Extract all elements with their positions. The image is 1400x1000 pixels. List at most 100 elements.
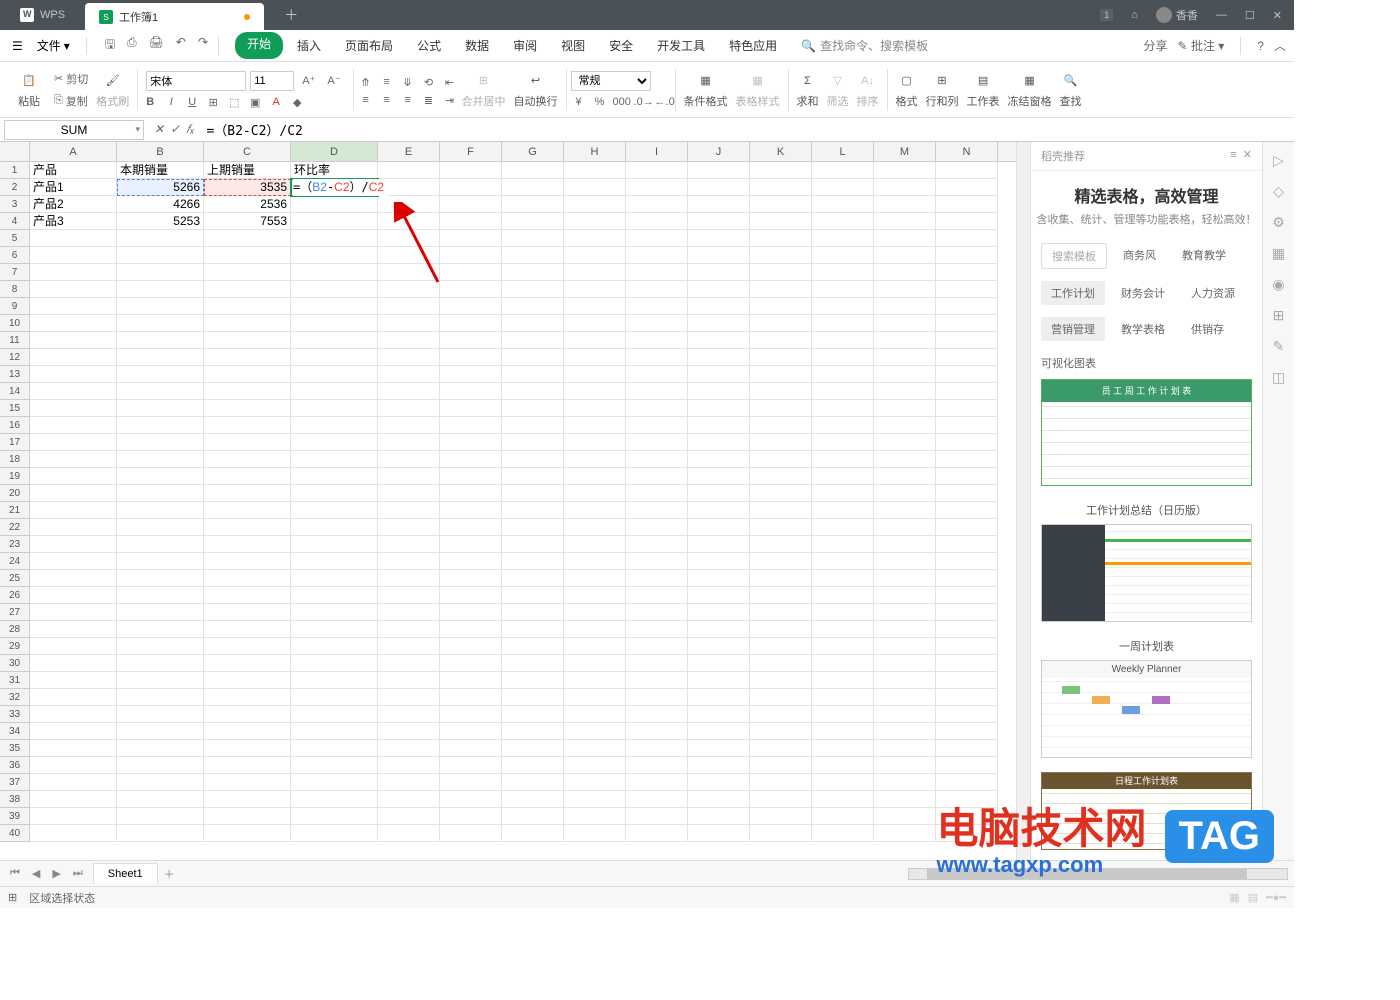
- cell[interactable]: [874, 366, 936, 383]
- number-format-combo[interactable]: 常规: [571, 71, 651, 91]
- cell[interactable]: [874, 706, 936, 723]
- cell[interactable]: [812, 519, 874, 536]
- cell[interactable]: [117, 604, 204, 621]
- cell[interactable]: [564, 808, 626, 825]
- cell[interactable]: [874, 553, 936, 570]
- cell[interactable]: [874, 230, 936, 247]
- cell[interactable]: [688, 298, 750, 315]
- cell[interactable]: [502, 264, 564, 281]
- cell[interactable]: [564, 638, 626, 655]
- cell[interactable]: [812, 383, 874, 400]
- cell[interactable]: [204, 723, 291, 740]
- cell[interactable]: [812, 434, 874, 451]
- cell[interactable]: [378, 757, 440, 774]
- cut-button[interactable]: ✂ 剪切: [50, 69, 92, 89]
- cell[interactable]: [874, 621, 936, 638]
- cell[interactable]: [117, 315, 204, 332]
- cell[interactable]: [502, 519, 564, 536]
- cell[interactable]: [378, 434, 440, 451]
- row-header[interactable]: 13: [0, 366, 30, 383]
- cell[interactable]: [688, 349, 750, 366]
- cell[interactable]: [117, 536, 204, 553]
- cell[interactable]: [30, 808, 117, 825]
- cell[interactable]: [564, 604, 626, 621]
- cell[interactable]: 上期销量: [204, 162, 291, 179]
- cell[interactable]: [688, 808, 750, 825]
- tag[interactable]: 教育教学: [1172, 243, 1236, 269]
- cell[interactable]: [291, 774, 378, 791]
- cell[interactable]: [30, 638, 117, 655]
- cell[interactable]: [874, 468, 936, 485]
- cell[interactable]: [440, 213, 502, 230]
- cell[interactable]: [626, 570, 688, 587]
- cell[interactable]: [812, 638, 874, 655]
- cell[interactable]: [750, 638, 812, 655]
- underline-icon[interactable]: U: [184, 96, 200, 109]
- cell[interactable]: [812, 315, 874, 332]
- tag[interactable]: 教学表格: [1111, 317, 1175, 341]
- cell[interactable]: [750, 230, 812, 247]
- cell[interactable]: [564, 791, 626, 808]
- cell[interactable]: [812, 774, 874, 791]
- cell[interactable]: [874, 213, 936, 230]
- row-header[interactable]: 6: [0, 247, 30, 264]
- cell[interactable]: [30, 757, 117, 774]
- cell[interactable]: [626, 791, 688, 808]
- cell[interactable]: [936, 417, 998, 434]
- cell[interactable]: [874, 434, 936, 451]
- cell[interactable]: [117, 417, 204, 434]
- cell[interactable]: [750, 740, 812, 757]
- cell[interactable]: [874, 281, 936, 298]
- cell[interactable]: [378, 349, 440, 366]
- cell[interactable]: [874, 655, 936, 672]
- cell[interactable]: [440, 502, 502, 519]
- cell[interactable]: [378, 604, 440, 621]
- cell[interactable]: [688, 315, 750, 332]
- cell[interactable]: [812, 621, 874, 638]
- cell[interactable]: [626, 162, 688, 179]
- row-header[interactable]: 27: [0, 604, 30, 621]
- orientation-icon[interactable]: ⟲: [421, 76, 437, 89]
- cell[interactable]: [812, 264, 874, 281]
- sum-button[interactable]: Σ求和: [793, 69, 823, 111]
- cell[interactable]: [30, 383, 117, 400]
- row-header[interactable]: 21: [0, 502, 30, 519]
- cell[interactable]: [204, 383, 291, 400]
- cell[interactable]: [564, 757, 626, 774]
- cell[interactable]: [378, 689, 440, 706]
- cell[interactable]: [936, 468, 998, 485]
- cell[interactable]: [30, 264, 117, 281]
- cell[interactable]: [936, 519, 998, 536]
- cell[interactable]: [440, 774, 502, 791]
- cell[interactable]: [204, 400, 291, 417]
- align-left-icon[interactable]: ≡: [358, 94, 374, 107]
- cell[interactable]: [117, 655, 204, 672]
- cell[interactable]: [440, 349, 502, 366]
- cell[interactable]: [291, 366, 378, 383]
- row-header[interactable]: 30: [0, 655, 30, 672]
- cell[interactable]: [502, 570, 564, 587]
- cell[interactable]: [117, 791, 204, 808]
- column-header[interactable]: K: [750, 142, 812, 161]
- cell[interactable]: [750, 553, 812, 570]
- row-header[interactable]: 34: [0, 723, 30, 740]
- row-header[interactable]: 36: [0, 757, 30, 774]
- cell[interactable]: [688, 281, 750, 298]
- rowcol-button[interactable]: ⊞行和列: [922, 69, 963, 111]
- row-header[interactable]: 7: [0, 264, 30, 281]
- cell[interactable]: [874, 179, 936, 196]
- cell[interactable]: [936, 162, 998, 179]
- horizontal-scrollbar[interactable]: [908, 868, 1288, 880]
- cell[interactable]: [874, 332, 936, 349]
- cancel-formula-icon[interactable]: ✕: [154, 122, 164, 137]
- cell[interactable]: [688, 706, 750, 723]
- cell[interactable]: [291, 808, 378, 825]
- cell[interactable]: [626, 485, 688, 502]
- table-style-button[interactable]: ▦表格样式: [732, 69, 784, 111]
- cell[interactable]: [378, 298, 440, 315]
- font-size-combo[interactable]: [250, 71, 294, 91]
- cell[interactable]: [564, 723, 626, 740]
- filter-button[interactable]: ▽筛选: [823, 69, 853, 111]
- cell[interactable]: [812, 468, 874, 485]
- cell[interactable]: [204, 740, 291, 757]
